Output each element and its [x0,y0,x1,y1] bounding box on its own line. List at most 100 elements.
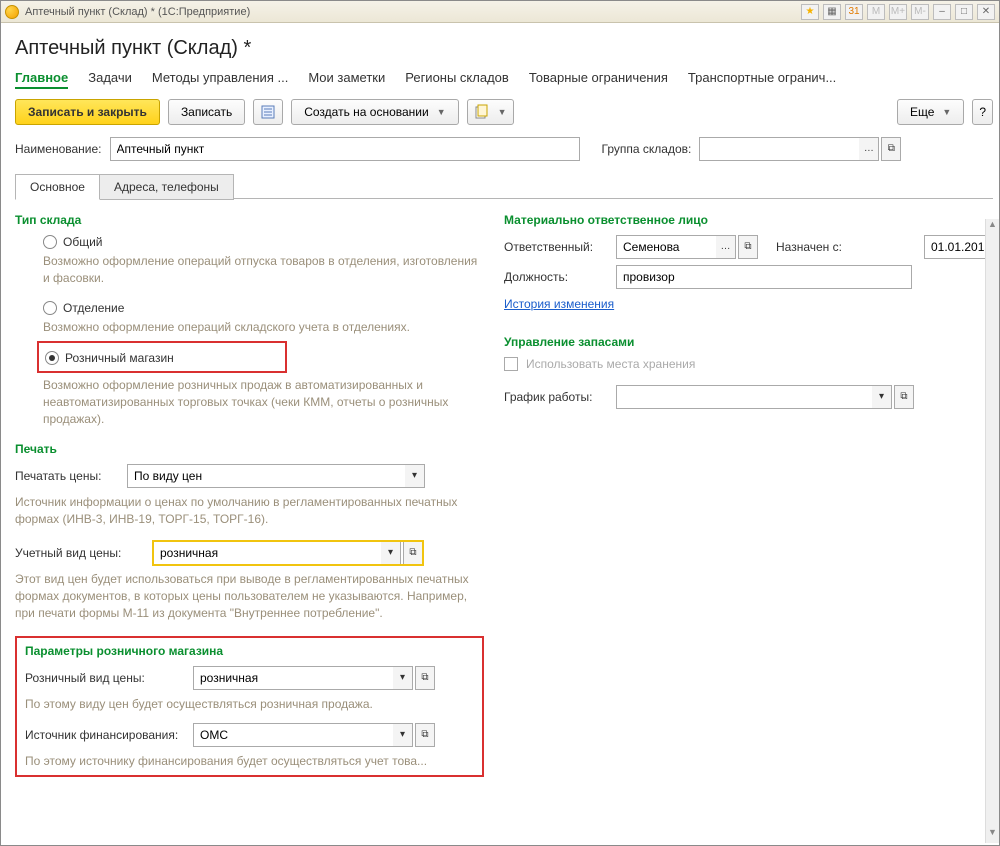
assigned-date-input[interactable] [924,235,993,259]
vertical-scrollbar[interactable]: ▲ ▼ [985,219,999,843]
more-button[interactable]: Еще ▼ [897,99,964,125]
radio-retail-label: Розничный магазин [65,351,174,365]
right-column: Материально ответственное лицо Ответстве… [504,209,993,845]
use-bins-checkbox[interactable] [504,357,518,371]
section-nav: Главное Задачи Методы управления ... Мои… [15,68,993,89]
calculator-icon[interactable]: ▦ [823,4,841,20]
window-title: Аптечный пункт (Склад) * (1С:Предприятие… [25,6,250,18]
responsible-input[interactable] [616,235,716,259]
print-prices-label: Печатать цены: [15,469,119,483]
chevron-down-icon[interactable]: ▾ [381,541,401,565]
create-based-on-button[interactable]: Создать на основании ▼ [291,99,458,125]
open-icon[interactable]: ⧉ [403,541,423,565]
assigned-label: Назначен с: [776,240,916,254]
fin-source-combo[interactable]: ▾ ⧉ [193,723,435,747]
save-and-close-button[interactable]: Записать и закрыть [15,99,160,125]
print-prices-input[interactable] [127,464,405,488]
chevron-down-icon[interactable]: ▾ [393,723,413,747]
minimize-button[interactable]: – [933,4,951,20]
fin-source-input[interactable] [193,723,393,747]
scroll-up-icon[interactable]: ▲ [986,219,999,235]
ellipsis-icon[interactable]: … [859,137,879,161]
chevron-down-icon: ▼ [437,107,446,117]
create-based-on-label: Создать на основании [304,105,429,119]
nav-tasks[interactable]: Задачи [88,68,132,89]
memory-m-button[interactable]: M [867,4,885,20]
chevron-down-icon[interactable]: ▾ [405,464,425,488]
open-icon[interactable]: ⧉ [894,385,914,409]
fin-source-hint: По этому источнику финансирования будет … [25,753,474,770]
section-retail-params: Параметры розничного магазина [25,644,474,658]
nav-notes[interactable]: Мои заметки [308,68,385,89]
memory-mplus-button[interactable]: M+ [889,4,907,20]
assigned-date-combo[interactable]: ▦ [924,235,993,259]
inner-tabs: Основное Адреса, телефоны [15,173,993,199]
section-stock: Управление запасами [504,335,973,349]
list-button[interactable] [253,99,283,125]
maximize-button[interactable]: □ [955,4,973,20]
chevron-down-icon[interactable]: ▾ [393,666,413,690]
retail-price-label: Розничный вид цены: [25,671,185,685]
radio-icon [43,301,57,315]
memory-mminus-button[interactable]: M- [911,4,929,20]
name-input[interactable] [110,137,580,161]
calendar-icon[interactable]: 31 [845,4,863,20]
use-bins-label: Использовать места хранения [526,357,695,371]
nav-methods[interactable]: Методы управления ... [152,68,288,89]
group-combo[interactable]: … ⧉ [699,137,901,161]
history-link[interactable]: История изменения [504,297,614,311]
name-label: Наименование: [15,142,102,156]
acc-price-input[interactable] [153,541,381,565]
open-icon[interactable]: ⧉ [415,723,435,747]
left-column: Тип склада Общий Возможно оформление опе… [15,209,504,845]
schedule-combo[interactable]: ▾ ⧉ [616,385,914,409]
nav-main[interactable]: Главное [15,68,68,89]
help-button[interactable]: ? [972,99,993,125]
retail-hint: Возможно оформление розничных продаж в а… [43,377,484,427]
attachments-button[interactable]: ▼ [467,99,514,125]
general-hint: Возможно оформление операций отпуска тов… [43,253,484,287]
section-responsible: Материально ответственное лицо [504,213,973,227]
nav-regions[interactable]: Регионы складов [405,68,509,89]
schedule-input[interactable] [616,385,872,409]
nav-goods-restrictions[interactable]: Товарные ограничения [529,68,668,89]
command-bar: Записать и закрыть Записать Создать на о… [15,99,993,125]
paperclip-icon [474,104,490,120]
close-button[interactable]: ✕ [977,4,995,20]
responsible-label: Ответственный: [504,240,608,254]
open-icon[interactable]: ⧉ [415,666,435,690]
favorites-icon[interactable]: ★ [801,4,819,20]
tab-main[interactable]: Основное [15,174,100,200]
retail-highlight-box: Розничный магазин [37,341,287,373]
save-button[interactable]: Записать [168,99,245,125]
radio-department[interactable]: Отделение [43,301,484,315]
group-label: Группа складов: [602,142,692,156]
chevron-down-icon: ▼ [942,107,951,117]
scroll-down-icon[interactable]: ▼ [986,827,999,843]
department-hint: Возможно оформление операций складского … [43,319,484,336]
list-icon [260,104,276,120]
fin-source-label: Источник финансирования: [25,728,185,742]
radio-general[interactable]: Общий [43,235,484,249]
titlebar: Аптечный пункт (Склад) * (1С:Предприятие… [1,1,999,23]
group-input[interactable] [699,137,859,161]
nav-transport-restrictions[interactable]: Транспортные огранич... [688,68,836,89]
print-prices-combo[interactable]: ▾ [127,464,425,488]
header-fields: Наименование: Группа складов: … ⧉ [15,137,993,161]
chevron-down-icon[interactable]: ▾ [872,385,892,409]
radio-department-label: Отделение [63,301,124,315]
radio-icon [43,235,57,249]
retail-price-input[interactable] [193,666,393,690]
responsible-combo[interactable]: … ⧉ [616,235,758,259]
retail-price-combo[interactable]: ▾ ⧉ [193,666,435,690]
ellipsis-icon[interactable]: … [716,235,736,259]
acc-price-combo[interactable]: ▾ ⧉ [153,541,423,565]
more-label: Еще [910,105,934,119]
retail-params-box: Параметры розничного магазина Розничный … [15,636,484,778]
radio-general-label: Общий [63,235,103,249]
tab-addresses[interactable]: Адреса, телефоны [99,174,234,200]
open-icon[interactable]: ⧉ [738,235,758,259]
position-input[interactable] [616,265,912,289]
open-icon[interactable]: ⧉ [881,137,901,161]
radio-retail[interactable]: Розничный магазин [45,351,277,365]
